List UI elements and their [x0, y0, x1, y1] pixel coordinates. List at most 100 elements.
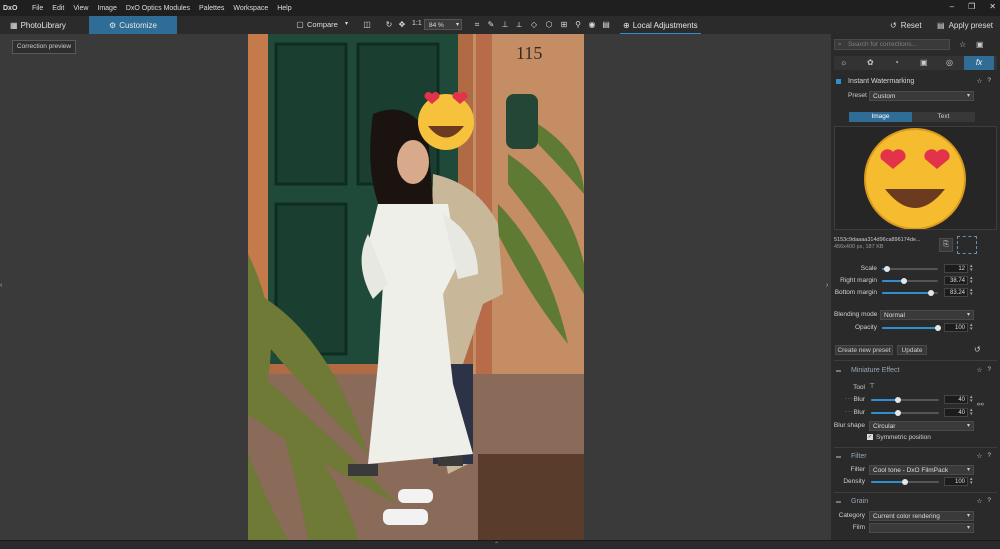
menu-optics-modules[interactable]: DxO Optics Modules [126, 5, 190, 12]
preset-select[interactable]: Custom ▾ [869, 91, 974, 101]
menu-palettes[interactable]: Palettes [199, 5, 224, 12]
miniature-help-icon[interactable]: ? [987, 366, 991, 374]
color-tab-icon[interactable]: ✿ [867, 58, 874, 67]
blur2-input[interactable]: 40 [944, 408, 968, 417]
menu-view[interactable]: View [73, 5, 88, 12]
perspective-icon[interactable]: ⟂ [514, 20, 524, 30]
symmetric-checkbox[interactable]: ✓ [867, 434, 873, 440]
miniature-section-header[interactable]: Miniature Effect ☆? [836, 365, 996, 376]
opacity-input[interactable]: 100 [944, 323, 968, 332]
reset-section-icon[interactable]: ↺ [974, 345, 981, 354]
filter-select[interactable]: Cool tone - DxO FilmPack ▾ [869, 465, 974, 475]
blur2-slider-knob[interactable] [895, 410, 901, 416]
repair-icon[interactable]: ⬡ [544, 20, 554, 30]
photo-canvas[interactable]: 115 [248, 34, 584, 540]
create-new-preset-button[interactable]: Create new preset [835, 345, 893, 355]
filter-help-icon[interactable]: ? [987, 452, 991, 460]
watermark-toggle[interactable] [836, 79, 841, 84]
compare-dropdown-icon[interactable]: ▾ [345, 20, 348, 27]
link-icon[interactable]: ⚲ [573, 20, 583, 30]
geometry-tab-icon[interactable]: ▣ [920, 58, 928, 67]
horizon-icon[interactable]: ⊥ [500, 20, 510, 30]
blur1-spinner-icon[interactable]: ▴ ▾ [970, 395, 973, 404]
tab-image[interactable]: Image [849, 112, 912, 122]
compare-icon[interactable]: ▢ [295, 20, 305, 30]
tab-customize[interactable]: ⚙ Customize [89, 16, 177, 34]
watermark-star-icon[interactable]: ☆ [977, 77, 983, 85]
scale-slider-knob[interactable] [884, 266, 890, 272]
filter-star-icon[interactable]: ☆ [977, 452, 983, 460]
position-grid-icon[interactable] [957, 236, 977, 254]
blur1-slider-knob[interactable] [895, 397, 901, 403]
scale-spinner-icon[interactable]: ▴ ▾ [970, 264, 973, 273]
right-margin-slider-knob[interactable] [901, 278, 907, 284]
search-input[interactable]: ⌕ Search for corrections... [834, 39, 950, 50]
watermark-help-icon[interactable]: ? [987, 77, 991, 85]
menu-workspace[interactable]: Workspace [233, 5, 268, 12]
blur2-spinner-icon[interactable]: ▴ ▾ [970, 408, 973, 417]
tab-text[interactable]: Text [912, 112, 975, 122]
watermark-section-header[interactable]: Instant Watermarking ☆? [836, 76, 996, 87]
rotate-icon[interactable]: ↻ [384, 20, 394, 30]
volume-deformation-icon[interactable]: ◇ [529, 20, 539, 30]
menu-file[interactable]: File [32, 5, 43, 12]
local-adjustments-button[interactable]: ⊕ Local Adjustments [620, 17, 701, 35]
blur2-slider[interactable] [871, 410, 939, 416]
layout-icon[interactable]: ▣ [976, 40, 984, 49]
open-file-icon[interactable]: ⎘ [939, 238, 953, 252]
watermark-preview[interactable] [834, 126, 997, 230]
density-slider-knob[interactable] [902, 479, 908, 485]
menu-help[interactable]: Help [277, 5, 291, 12]
favorite-star-icon[interactable]: ☆ [959, 40, 966, 49]
one-to-one-label[interactable]: 1:1 [412, 20, 422, 27]
blur1-slider[interactable] [871, 397, 939, 403]
filter-section-header[interactable]: Filter ☆? [836, 451, 996, 462]
scale-slider[interactable] [882, 266, 938, 272]
zoom-select[interactable]: 84 % ▾ [424, 19, 462, 30]
scale-input[interactable]: 12 [944, 264, 968, 273]
opacity-slider-knob[interactable] [935, 325, 941, 331]
category-select[interactable]: Current color rendering ▾ [869, 511, 974, 521]
menu-image[interactable]: Image [97, 5, 116, 12]
miniature-toggle[interactable] [836, 369, 841, 372]
right-margin-input[interactable]: 38.74 [944, 276, 968, 285]
tool-icon[interactable]: ⊤ [869, 382, 875, 390]
bottom-margin-spinner-icon[interactable]: ▴ ▾ [970, 288, 973, 297]
blur-shape-select[interactable]: Circular ▾ [869, 421, 974, 431]
image-viewer[interactable]: Correction preview ‹ › 115 [0, 34, 828, 540]
bottom-margin-slider[interactable] [882, 290, 938, 296]
tab-photolibrary[interactable]: ▦ PhotoLibrary [10, 16, 66, 34]
menu-edit[interactable]: Edit [52, 5, 64, 12]
right-margin-slider[interactable] [882, 278, 938, 284]
reset-button[interactable]: ↺ Reset [890, 16, 922, 34]
blending-mode-select[interactable]: Normal ▾ [880, 310, 974, 320]
bottom-margin-input[interactable]: 83.24 [944, 288, 968, 297]
close-icon[interactable]: ✕ [989, 2, 996, 11]
grain-help-icon[interactable]: ? [987, 497, 991, 505]
collapse-right-icon[interactable]: › [826, 282, 828, 289]
eye-icon[interactable]: ◉ [587, 20, 597, 30]
bottom-margin-slider-knob[interactable] [928, 290, 934, 296]
update-button[interactable]: Update [897, 345, 927, 355]
compare-label[interactable]: Compare [307, 20, 338, 29]
grain-star-icon[interactable]: ☆ [977, 497, 983, 505]
link-blur-icon[interactable]: ⚯ [977, 400, 984, 409]
detail-tab-icon[interactable]: ◔ [894, 58, 899, 67]
grain-toggle[interactable] [836, 500, 841, 503]
restore-icon[interactable]: ❐ [968, 2, 975, 11]
move-icon[interactable]: ✥ [397, 20, 407, 30]
crop-icon[interactable]: ⌗ [472, 20, 482, 30]
density-spinner-icon[interactable]: ▴ ▾ [970, 477, 973, 486]
density-slider[interactable] [871, 479, 939, 485]
eyedropper-icon[interactable]: ✎ [486, 20, 496, 30]
density-input[interactable]: 100 [944, 477, 968, 486]
histogram-icon[interactable]: ▤ [601, 20, 611, 30]
split-view-icon[interactable]: ◫ [362, 20, 372, 30]
film-select[interactable]: ▾ [869, 523, 974, 533]
grain-section-header[interactable]: Grain ☆? [836, 496, 996, 507]
miniature-star-icon[interactable]: ☆ [977, 366, 983, 374]
filmstrip-toggle-icon[interactable]: ⌃ [494, 541, 499, 548]
blur1-input[interactable]: 40 [944, 395, 968, 404]
opacity-slider[interactable] [882, 325, 941, 331]
collapse-left-icon[interactable]: ‹ [0, 282, 2, 289]
